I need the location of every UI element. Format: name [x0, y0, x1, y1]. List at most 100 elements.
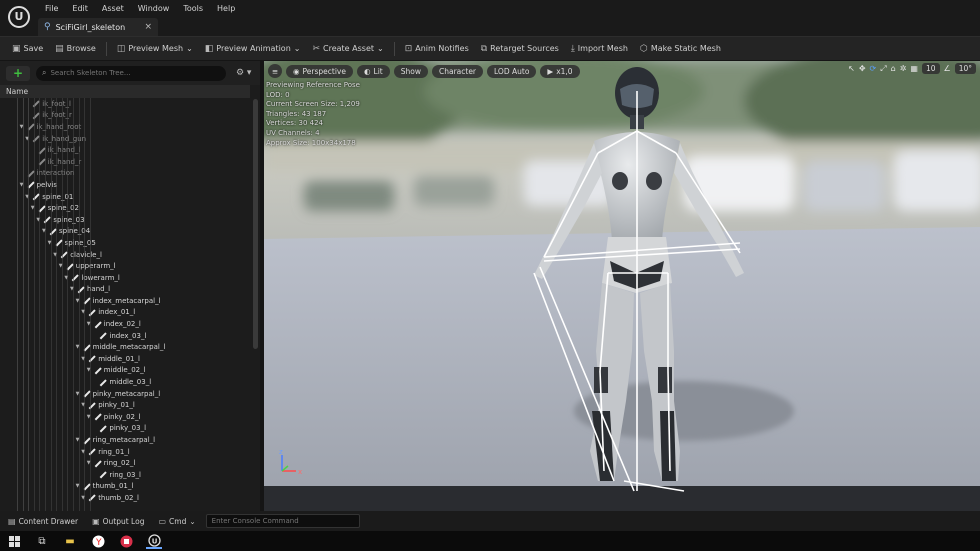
bone-name: ring_02_l — [103, 459, 136, 468]
move-icon[interactable]: ✥ — [859, 64, 866, 73]
chevron-down-icon: ⌄ — [377, 44, 384, 53]
task-view-icon[interactable]: ⧉ — [34, 533, 50, 549]
angle-snap-value[interactable]: 10° — [954, 63, 976, 74]
viewport-stats: Previewing Reference Pose LOD: 0 Current S… — [266, 81, 360, 148]
toolbar: ▣ Save ▤ Browse ◫ Preview Mesh ⌄ ◧ Preview Anima… — [0, 36, 980, 60]
toolbar-button-label: Preview Mesh — [128, 44, 184, 53]
perspective-button[interactable]: ◉ Perspective — [286, 64, 353, 78]
bone-name: upperarm_l — [75, 262, 116, 271]
unreal-engine-taskbar-icon[interactable]: U — [146, 533, 162, 549]
menu-item-window[interactable]: Window — [131, 4, 177, 13]
search-icon: ⌕ — [42, 68, 47, 77]
tree-guide-line — [61, 98, 63, 511]
cmd-icon: ▭ — [158, 516, 167, 526]
menu-item-help[interactable]: Help — [210, 4, 242, 13]
world-icon[interactable]: ⌂ — [891, 64, 896, 73]
bone-name: index_01_l — [98, 308, 136, 317]
tree-guide-line — [45, 98, 46, 511]
toolbar-button-label: Preview Animation — [216, 44, 291, 53]
anim-notifies-button[interactable]: ⊡ Anim Notifies — [399, 39, 475, 59]
bone-icon — [94, 460, 101, 467]
retarget-icon: ⧉ — [480, 43, 488, 54]
character-button[interactable]: Character — [431, 64, 484, 78]
lit-icon: ◐ — [363, 66, 371, 76]
gear-icon[interactable]: ⚙ ▾ — [236, 68, 251, 78]
tree-guide-line — [56, 98, 58, 511]
log-icon: ▣ — [92, 516, 100, 526]
grid-icon[interactable]: ▦ — [910, 64, 918, 73]
import-mesh-button[interactable]: ⤓ Import Mesh — [565, 39, 634, 59]
bone-name: spine_03 — [53, 215, 85, 224]
console-input[interactable] — [205, 514, 360, 528]
bone-name: ring_03_l — [109, 470, 141, 479]
grid-snap-value[interactable]: 10 — [921, 63, 940, 74]
menu-item-tools[interactable]: Tools — [176, 4, 210, 13]
svg-text:U: U — [151, 537, 157, 545]
show-button[interactable]: Show — [393, 64, 428, 78]
scale-icon[interactable]: ⤢ — [880, 64, 886, 74]
yandex-browser-icon[interactable]: Y — [90, 533, 106, 549]
bone-name: spine_05 — [64, 238, 96, 247]
preview-animation-button[interactable]: ◧ Preview Animation ⌄ — [199, 39, 307, 59]
title-bar: U File Edit Asset Window Tools Help ⚲ SciFiGi… — [0, 0, 980, 36]
windows-start-icon[interactable] — [6, 533, 22, 549]
menu-item-edit[interactable]: Edit — [65, 4, 95, 13]
viewport-menu-button[interactable]: ≡ — [268, 64, 282, 78]
snap-icon[interactable]: ✲ — [900, 64, 907, 73]
create-asset-button[interactable]: ✂ Create Asset ⌄ — [306, 39, 389, 59]
bone-name: index_metacarpal_l — [92, 296, 161, 305]
menu-item-file[interactable]: File — [38, 4, 65, 13]
search-box: ⌕ — [36, 65, 226, 81]
bone-name: pinky_01_l — [98, 401, 135, 410]
tab-label: SciFiGirl_skeleton — [55, 22, 126, 32]
bone-name: spine_04 — [59, 227, 91, 236]
bone-icon — [94, 367, 101, 374]
menu-item-asset[interactable]: Asset — [95, 4, 131, 13]
bone-name: middle_01_l — [98, 354, 140, 363]
select-icon[interactable]: ↖ — [848, 64, 855, 73]
bone-icon — [99, 379, 106, 386]
tree-guide-line — [89, 98, 91, 511]
bone-name: ring_metacarpal_l — [92, 436, 156, 445]
chevron-down-icon: ⌄ — [186, 44, 193, 53]
tree-scrollbar[interactable] — [253, 99, 258, 349]
tab-skeleton[interactable]: ⚲ SciFiGirl_skeleton × — [38, 18, 158, 36]
tree-guide-line — [78, 98, 80, 511]
retarget-sources-button[interactable]: ⧉ Retarget Sources — [475, 39, 565, 59]
content-drawer-button[interactable]: ▤ Content Drawer — [4, 517, 82, 526]
viewport[interactable]: ≡ ◉ Perspective ◐ Lit Show Character LOD A… — [264, 61, 980, 511]
camera-icon: ◉ — [293, 66, 300, 76]
add-button[interactable]: + — [6, 65, 30, 81]
axis-gizmo: z x — [276, 448, 306, 481]
bone-name: spine_02 — [47, 204, 79, 213]
stat-line: LOD: 0 — [266, 90, 290, 99]
close-icon[interactable]: × — [144, 22, 152, 32]
mesh-icon: ◫ — [116, 43, 126, 54]
play-rate-button[interactable]: ▶ x1,0 — [540, 64, 580, 78]
tree-guide-line — [33, 98, 35, 511]
stat-line: UV Channels: 4 — [266, 128, 320, 137]
bone-name: pinky_metacarpal_l — [92, 389, 161, 398]
browse-button[interactable]: ▤ Browse — [49, 39, 102, 59]
save-button[interactable]: ▣ Save — [6, 39, 49, 59]
bone-name: pinky_02_l — [103, 412, 141, 421]
column-header-name[interactable]: Name — [0, 85, 250, 98]
bone-name: pinky_03_l — [109, 424, 147, 433]
preview-mesh-button[interactable]: ◫ Preview Mesh ⌄ — [111, 39, 199, 59]
lit-button[interactable]: ◐ Lit — [356, 64, 390, 78]
lod-button[interactable]: LOD Auto — [487, 64, 537, 78]
search-input[interactable] — [50, 69, 211, 77]
toolbar-separator — [105, 41, 107, 56]
toolbar-button-label: Import Mesh — [577, 44, 628, 53]
media-app-icon[interactable] — [118, 533, 134, 549]
angle-icon[interactable]: ∠ — [944, 64, 951, 73]
static-mesh-icon: ⬡ — [639, 43, 648, 54]
rotate-icon[interactable]: ⟳ — [870, 64, 877, 73]
file-explorer-icon[interactable]: ▬ — [62, 533, 78, 549]
cmd-button[interactable]: ▭ Cmd ⌄ — [154, 517, 199, 526]
unreal-logo-icon[interactable]: U — [8, 6, 30, 28]
bone-name: ring_01_l — [98, 447, 130, 456]
bone-icon — [99, 332, 106, 339]
make-static-mesh-button[interactable]: ⬡ Make Static Mesh — [634, 39, 727, 59]
output-log-button[interactable]: ▣ Output Log — [88, 517, 148, 526]
